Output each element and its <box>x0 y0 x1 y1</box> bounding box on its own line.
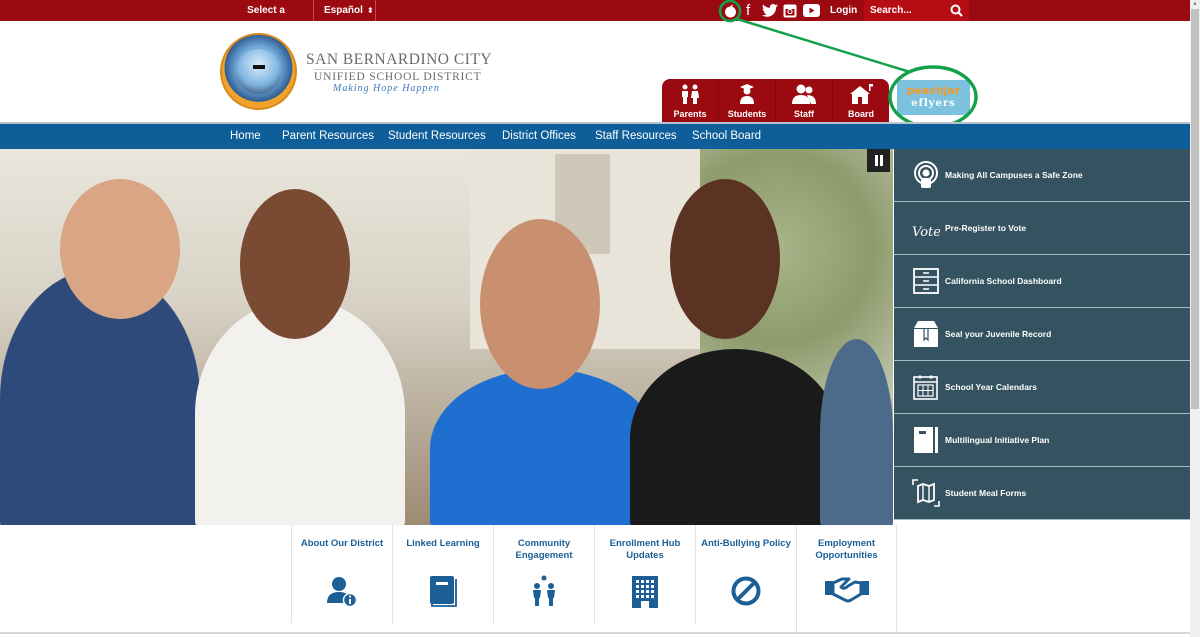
map-icon <box>912 479 940 507</box>
book-icon <box>430 576 457 607</box>
tile-label: Enrollment Hub Updates <box>609 538 681 561</box>
tab-label: Parents <box>673 109 707 119</box>
quick-links-panel: Making All Campuses a Safe Zone Vote Pre… <box>894 149 1190 520</box>
handshake-icon <box>824 577 869 603</box>
tile-about-district[interactable]: About Our District <box>291 525 392 623</box>
tab-board[interactable]: Board <box>833 79 889 122</box>
sealed-box-icon <box>914 321 938 347</box>
calendar-icon <box>913 375 938 400</box>
quick-link-meal-forms[interactable]: Student Meal Forms <box>894 467 1190 520</box>
eflyers-text: eflyers <box>911 98 956 109</box>
schoolhouse-icon <box>850 84 873 104</box>
language-label: Español <box>324 5 363 16</box>
quick-link-safe-zone[interactable]: Making All Campuses a Safe Zone <box>894 149 1190 202</box>
nav-staff-resources[interactable]: Staff Resources <box>595 124 677 149</box>
quick-link-label: Pre-Register to Vote <box>945 223 1027 233</box>
tile-community-engagement[interactable]: Community Engagement <box>493 525 594 623</box>
tab-staff[interactable]: Staff <box>776 79 833 122</box>
quick-link-juvenile-record[interactable]: Seal your Juvenile Record <box>894 308 1190 361</box>
svg-text:Vote: Vote <box>912 225 940 240</box>
district-seal-logo[interactable] <box>220 33 297 110</box>
logo-tagline: Making Hope Happen <box>333 83 440 94</box>
nav-parent-resources[interactable]: Parent Resources <box>282 124 374 149</box>
quick-link-label: California School Dashboard <box>945 276 1062 286</box>
community-icon <box>533 575 555 606</box>
facebook-icon[interactable]: f <box>746 2 750 19</box>
student-graduate-icon <box>740 84 754 104</box>
tile-anti-bullying[interactable]: Anti-Bullying Policy <box>695 525 796 623</box>
graduation-cap-icon <box>253 65 265 69</box>
quick-link-label: Making All Campuses a Safe Zone <box>945 170 1083 180</box>
tile-linked-learning[interactable]: Linked Learning <box>392 525 493 623</box>
peachjar-logo-text: peachjar <box>906 84 961 97</box>
instagram-icon[interactable] <box>783 2 797 19</box>
youtube-icon[interactable] <box>803 2 820 19</box>
scroll-up-arrow-icon[interactable]: ▲ <box>1192 1 1198 7</box>
nav-home[interactable]: Home <box>230 124 261 149</box>
hero-slideshow-image <box>0 149 893 525</box>
quick-link-vote[interactable]: Vote Pre-Register to Vote <box>894 202 1190 255</box>
twitter-icon[interactable] <box>762 2 778 19</box>
tile-label: Anti-Bullying Policy <box>701 538 791 549</box>
login-link[interactable]: Login <box>830 0 857 21</box>
tile-label: Employment Opportunities <box>815 538 878 561</box>
notebook-icon <box>914 427 938 453</box>
page-scrollbar[interactable]: ▲ <box>1190 0 1200 637</box>
vote-icon: Vote <box>912 225 940 240</box>
quick-link-calendars[interactable]: School Year Calendars <box>894 361 1190 414</box>
utility-bar: Select a School⬍ Español⬍ f Login <box>0 0 1190 37</box>
building-icon <box>632 576 658 608</box>
quick-link-label: Multilingual Initiative Plan <box>945 435 1050 445</box>
scrollbar-thumb[interactable] <box>1191 9 1199 409</box>
parents-icon <box>682 84 699 104</box>
nav-student-resources[interactable]: Student Resources <box>388 124 486 149</box>
quick-link-label: Student Meal Forms <box>945 488 1027 498</box>
search-icon[interactable] <box>950 4 963 17</box>
feature-tiles: About Our District Linked Learning Commu… <box>291 525 898 632</box>
site-header: SAN BERNARDINO CITY UNIFIED SCHOOL DISTR… <box>0 21 1190 122</box>
tile-enrollment-hub[interactable]: Enrollment Hub Updates <box>594 525 695 623</box>
quick-link-label: School Year Calendars <box>945 382 1037 392</box>
sort-caret-icon: ⬍ <box>366 6 374 15</box>
tab-students[interactable]: Students <box>719 79 776 122</box>
quick-link-multilingual[interactable]: Multilingual Initiative Plan <box>894 414 1190 467</box>
main-navigation: Home Parent Resources Student Resources … <box>0 122 1190 149</box>
nav-district-offices[interactable]: District Offices <box>502 124 576 149</box>
logo-title[interactable]: SAN BERNARDINO CITY <box>306 51 492 69</box>
filing-cabinet-icon <box>913 268 939 294</box>
tab-label: Students <box>727 109 767 119</box>
tile-label: Linked Learning <box>406 538 480 549</box>
tile-label: Community Engagement <box>515 538 573 561</box>
tab-label: Staff <box>794 109 814 119</box>
peachjar-eflyers-button[interactable]: peachjar eflyers <box>897 80 970 115</box>
staff-users-icon <box>792 84 816 104</box>
tab-parents[interactable]: Parents <box>662 79 719 122</box>
language-dropdown[interactable]: Español ⬍ <box>314 0 376 21</box>
nav-school-board[interactable]: School Board <box>692 124 761 149</box>
ban-icon <box>731 576 761 606</box>
quick-link-label: Seal your Juvenile Record <box>945 329 1052 339</box>
select-school-dropdown[interactable]: Select a School⬍ <box>219 0 314 37</box>
search-box <box>864 0 969 21</box>
logo-subtitle[interactable]: UNIFIED SCHOOL DISTRICT <box>314 69 482 83</box>
search-input[interactable] <box>864 0 944 21</box>
footer-divider <box>0 632 1190 634</box>
quick-link-dashboard[interactable]: California School Dashboard <box>894 255 1190 308</box>
tile-employment[interactable]: Employment Opportunities <box>796 525 897 632</box>
tile-label: About Our District <box>300 538 384 549</box>
safe-zone-icon <box>914 161 938 188</box>
audience-tabs: Parents Students Staff Board <box>662 79 889 122</box>
user-info-icon <box>327 577 358 607</box>
tab-label: Board <box>847 109 874 119</box>
pause-slideshow-button[interactable] <box>867 149 890 172</box>
peachjar-icon[interactable] <box>724 2 738 19</box>
